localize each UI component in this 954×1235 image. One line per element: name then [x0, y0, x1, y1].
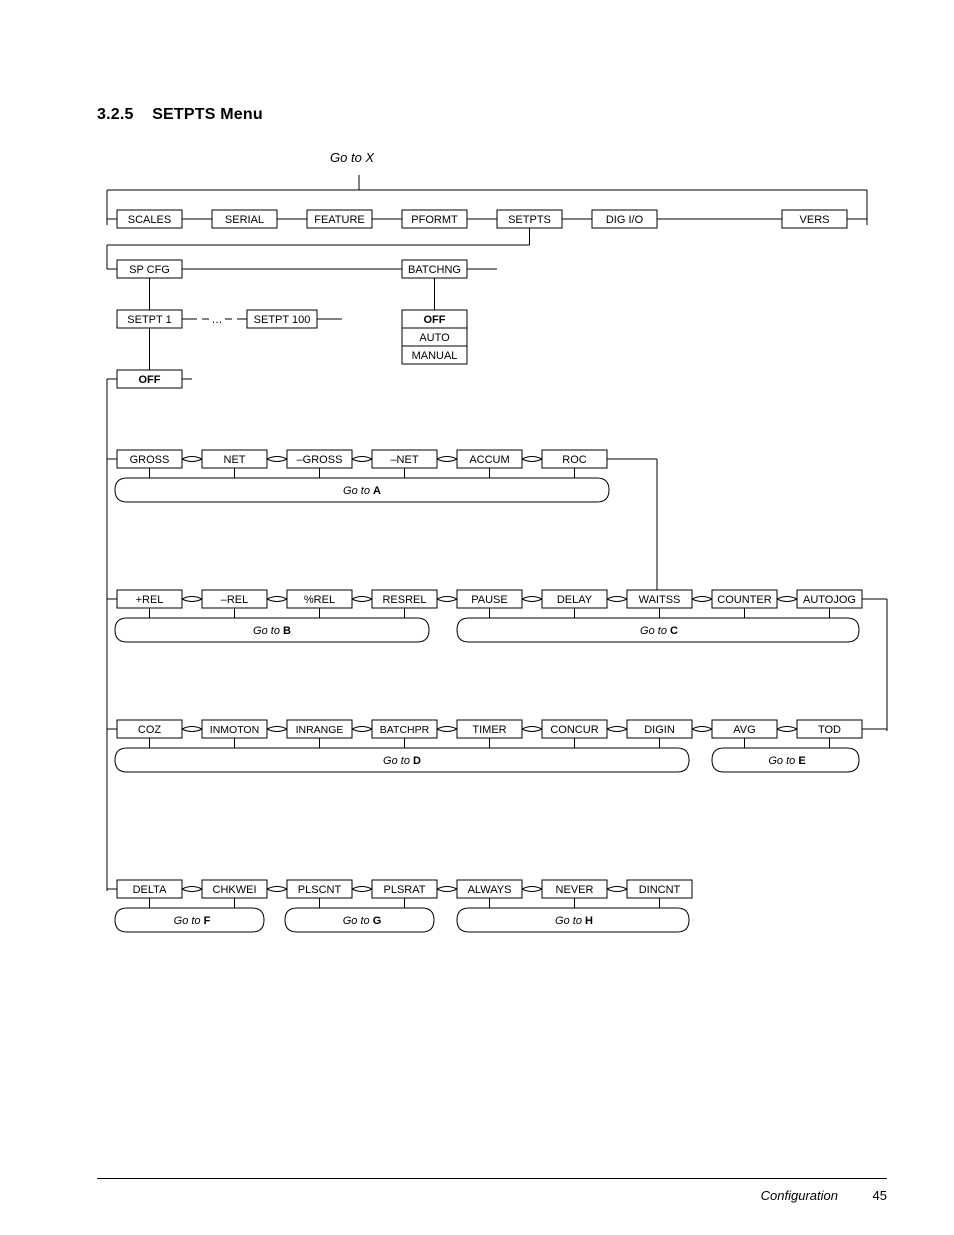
- label: INRANGE: [296, 724, 344, 736]
- row-g: PLSCNT PLSRAT: [287, 880, 437, 898]
- label: ACCUM: [469, 454, 509, 466]
- label: –REL: [221, 594, 249, 606]
- goto-g: Go to G: [343, 915, 382, 927]
- label: SETPT 100: [254, 314, 311, 326]
- label: MANUAL: [412, 350, 458, 362]
- label: INMOTON: [210, 724, 259, 736]
- goto-c: Go to C: [640, 625, 678, 637]
- label: COUNTER: [717, 594, 771, 606]
- label: AUTO: [419, 332, 450, 344]
- heading-title: SETPTS Menu: [152, 106, 263, 123]
- row-a: GROSS NET –GROSS –NET ACCUM ROC: [117, 450, 607, 468]
- node-serial: SERIAL: [212, 210, 307, 228]
- label: NEVER: [556, 884, 594, 896]
- node-pformt: PFORMT: [402, 210, 497, 228]
- label: TIMER: [472, 724, 506, 736]
- label: ALWAYS: [468, 884, 512, 896]
- label: DINCNT: [639, 884, 681, 896]
- label: FEATURE: [314, 214, 365, 226]
- goto-b: Go to B: [253, 625, 291, 637]
- label: SP CFG: [129, 264, 170, 276]
- node-setpt100: SETPT 100: [247, 310, 342, 328]
- dots: …: [212, 314, 223, 326]
- label: TOD: [818, 724, 841, 736]
- heading-number: 3.2.5: [97, 106, 134, 123]
- label: CHKWEI: [213, 884, 257, 896]
- label: SERIAL: [225, 214, 264, 226]
- label: +REL: [136, 594, 164, 606]
- label: SETPTS: [508, 214, 551, 226]
- label: CONCUR: [550, 724, 598, 736]
- footer-rule: [97, 1178, 887, 1179]
- label: PAUSE: [471, 594, 507, 606]
- label: NET: [224, 454, 246, 466]
- goto-a: Go to A: [343, 485, 381, 497]
- label: PLSRAT: [384, 884, 426, 896]
- row-b: +REL –REL %REL RESREL: [117, 590, 437, 608]
- goto-d: Go to D: [383, 755, 421, 767]
- node-spcfg: SP CFG: [107, 260, 402, 278]
- node-digio: DIG I/O: [592, 210, 782, 228]
- label: VERS: [800, 214, 830, 226]
- label: AUTOJOG: [803, 594, 856, 606]
- footer-section: Configuration: [761, 1188, 838, 1203]
- goto-f: Go to F: [174, 915, 211, 927]
- row-d: COZ INMOTON INRANGE BATCHPR TIMER CONCUR…: [117, 720, 692, 738]
- label: PFORMT: [411, 214, 458, 226]
- label: BATCHPR: [380, 724, 430, 736]
- label: DELAY: [557, 594, 593, 606]
- label: SCALES: [128, 214, 171, 226]
- label: BATCHNG: [408, 264, 461, 276]
- page: 3.2.5 SETPTS Menu Go to X SCALES SERIAL: [0, 0, 954, 1235]
- node-feature: FEATURE: [307, 210, 402, 228]
- batchng-off: OFF: [402, 310, 467, 328]
- node-setpts: SETPTS: [497, 210, 592, 228]
- label: DIGIN: [644, 724, 675, 736]
- label: ROC: [562, 454, 587, 466]
- label: WAITSS: [639, 594, 681, 606]
- goto-e: Go to E: [768, 755, 805, 767]
- section-heading: 3.2.5 SETPTS Menu: [97, 106, 263, 124]
- label: OFF: [424, 314, 446, 326]
- label: DIG I/O: [606, 214, 644, 226]
- menu-diagram: SCALES SERIAL FEATURE PFORMT SETPTS: [97, 175, 912, 975]
- node-scales: SCALES: [107, 210, 212, 228]
- label: PLSCNT: [298, 884, 342, 896]
- label: GROSS: [130, 454, 170, 466]
- label: –GROSS: [297, 454, 343, 466]
- label: RESREL: [382, 594, 426, 606]
- label: AVG: [733, 724, 755, 736]
- row-e: AVG TOD: [712, 720, 862, 738]
- row-h: ALWAYS NEVER DINCNT: [457, 880, 692, 898]
- label: –NET: [390, 454, 418, 466]
- footer-page-number: 45: [873, 1188, 887, 1203]
- batchng-manual: MANUAL: [402, 346, 467, 364]
- setpt-off: OFF: [107, 370, 192, 388]
- label: COZ: [138, 724, 162, 736]
- row-c: PAUSE DELAY WAITSS COUNTER AUTOJOG: [457, 590, 862, 608]
- node-vers: VERS: [782, 210, 867, 228]
- label: DELTA: [133, 884, 167, 896]
- label: OFF: [139, 374, 161, 386]
- node-batchng: BATCHNG: [402, 260, 497, 278]
- row-f: DELTA CHKWEI: [117, 880, 267, 898]
- node-setpt1: SETPT 1: [117, 310, 209, 328]
- label: SETPT 1: [127, 314, 171, 326]
- batchng-auto: AUTO: [402, 328, 467, 346]
- label: %REL: [304, 594, 335, 606]
- goto-x-label: Go to X: [330, 150, 374, 165]
- goto-h: Go to H: [555, 915, 593, 927]
